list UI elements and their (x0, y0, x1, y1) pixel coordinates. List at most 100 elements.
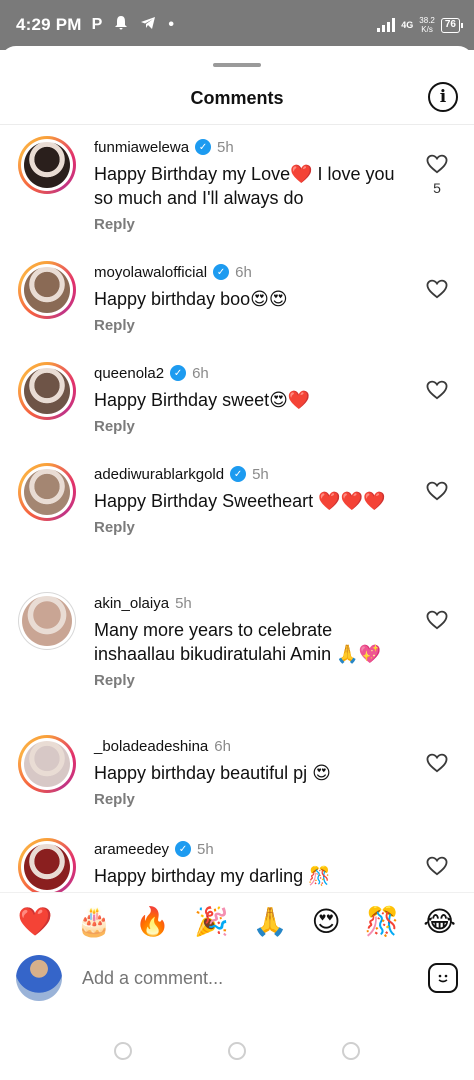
avatar-inner (21, 466, 73, 518)
comment-meta: adediwurablarkgold ✓ 5h (94, 463, 404, 485)
user-avatar[interactable] (18, 838, 76, 896)
comment-meta: arameedey ✓ 5h (94, 838, 404, 860)
comment-username[interactable]: moyolawalofficial (94, 264, 207, 281)
avatar-photo (24, 844, 70, 890)
user-avatar[interactable] (18, 592, 76, 650)
verified-badge-icon: ✓ (170, 365, 187, 381)
like-button[interactable] (424, 481, 450, 501)
verified-badge-icon: ✓ (213, 264, 230, 280)
verified-badge-icon: ✓ (195, 139, 212, 155)
avatar-inner (21, 738, 73, 790)
status-system-icons: 4G 38.2 K/s 76 (377, 16, 464, 34)
nav-recents-button[interactable] (114, 1042, 132, 1060)
heart-icon (424, 856, 450, 876)
info-icon[interactable]: i (428, 82, 458, 112)
sticker-icon[interactable] (428, 963, 458, 993)
like-count: 5 (433, 180, 441, 196)
sheet-header: Comments i (0, 76, 474, 120)
comment-body: arameedey ✓ 5h Happy birthday my darling… (94, 838, 404, 888)
comment-text: Happy Birthday Sweetheart ❤️❤️❤️ (94, 491, 386, 511)
emoji-reaction-button[interactable]: 🙏 (253, 905, 288, 938)
comment-body: adediwurablarkgold ✓ 5h Happy Birthday S… (94, 463, 404, 537)
reply-button[interactable]: Reply (94, 791, 404, 808)
comment-meta: funmiawelewa ✓ 5h (94, 136, 404, 158)
reply-button[interactable]: Reply (94, 672, 404, 689)
like-button[interactable] (424, 753, 450, 773)
net-speed: 38.2 K/s (419, 16, 435, 34)
nav-back-button[interactable] (342, 1042, 360, 1060)
comment-text: Happy birthday beautiful pj 😍 (94, 763, 331, 783)
comment-body: _boladeadeshina 6h Happy birthday beauti… (94, 735, 404, 809)
heart-icon (424, 610, 450, 630)
comment-username[interactable]: akin_olaiya (94, 595, 169, 612)
speed-unit: K/s (421, 25, 433, 34)
heart-icon (424, 481, 450, 501)
avatar-photo (24, 368, 70, 414)
status-notification-icons: P • (92, 15, 174, 36)
emoji-reaction-button[interactable]: 🎊 (365, 905, 400, 938)
emoji-reaction-button[interactable]: ❤️ (18, 905, 53, 938)
comment-composer (0, 950, 474, 1006)
comment-text: Happy birthday boo😍😍 (94, 289, 288, 309)
user-avatar[interactable] (18, 136, 76, 194)
heart-icon (424, 380, 450, 400)
comment-time: 5h (197, 840, 214, 858)
comment-body: queenola2 ✓ 6h Happy Birthday sweet😍❤️ R… (94, 362, 404, 436)
sheet-grabber[interactable] (213, 63, 261, 67)
comment-body: funmiawelewa ✓ 5h Happy Birthday my Love… (94, 136, 404, 234)
comment-username[interactable]: adediwurablarkgold (94, 466, 224, 483)
avatar-photo (24, 267, 70, 313)
emoji-reaction-button[interactable]: 🎉 (194, 905, 229, 938)
network-type: 4G (401, 20, 414, 30)
like-button[interactable] (424, 380, 450, 400)
comment-text: Many more years to celebrate inshaallau … (94, 620, 381, 664)
speed-value: 38.2 (419, 16, 435, 25)
header-divider (0, 124, 474, 125)
user-avatar[interactable] (18, 735, 76, 793)
like-button[interactable] (424, 279, 450, 299)
comment-text: Happy Birthday sweet😍❤️ (94, 390, 311, 410)
battery-icon: 76 (440, 17, 464, 33)
dot-icon: • (168, 16, 174, 33)
avatar-inner (19, 593, 75, 649)
comment-input[interactable] (82, 967, 402, 989)
reply-button[interactable]: Reply (94, 519, 404, 536)
like-button[interactable] (424, 856, 450, 876)
emoji-reaction-button[interactable]: 😍 (312, 905, 341, 938)
heart-icon (424, 753, 450, 773)
my-avatar (16, 955, 62, 1001)
reply-button[interactable]: Reply (94, 418, 404, 435)
reply-button[interactable]: Reply (94, 216, 404, 233)
comment-username[interactable]: arameedey (94, 841, 169, 858)
status-bar: 4:29 PM P • 4G 38.2 K/s 76 (0, 0, 474, 50)
bell-icon (114, 15, 128, 36)
avatar-photo (24, 469, 70, 515)
verified-badge-icon: ✓ (175, 841, 192, 857)
reply-button[interactable]: Reply (94, 317, 404, 334)
nav-home-button[interactable] (228, 1042, 246, 1060)
avatar-photo (24, 741, 70, 787)
like-button[interactable]: 5 (424, 154, 450, 196)
avatar-inner (21, 841, 73, 893)
comment-time: 6h (214, 737, 231, 755)
user-avatar[interactable] (18, 362, 76, 420)
user-avatar[interactable] (18, 463, 76, 521)
avatar-inner (21, 365, 73, 417)
verified-badge-icon: ✓ (230, 466, 247, 482)
comment-time: 5h (217, 138, 234, 156)
emoji-reaction-button[interactable]: 🎂 (77, 905, 112, 938)
comment-meta: moyolawalofficial ✓ 6h (94, 261, 404, 283)
emoji-reaction-button[interactable]: 🔥 (135, 905, 170, 938)
comment-username[interactable]: _boladeadeshina (94, 738, 208, 755)
comment-time: 5h (175, 594, 192, 612)
comment-text: Happy birthday my darling 🎊 (94, 866, 331, 886)
emoji-reaction-bar: ❤️ 🎂 🔥 🎉 🙏 😍 🎊 😂 (0, 892, 474, 950)
comment-username[interactable]: funmiawelewa (94, 139, 189, 156)
emoji-reaction-button[interactable]: 😂 (423, 905, 456, 938)
like-button[interactable] (424, 610, 450, 630)
comment-meta: _boladeadeshina 6h (94, 735, 404, 757)
system-nav-bar (0, 1036, 474, 1066)
user-avatar[interactable] (18, 261, 76, 319)
comment-body: moyolawalofficial ✓ 6h Happy birthday bo… (94, 261, 404, 335)
comment-username[interactable]: queenola2 (94, 365, 164, 382)
